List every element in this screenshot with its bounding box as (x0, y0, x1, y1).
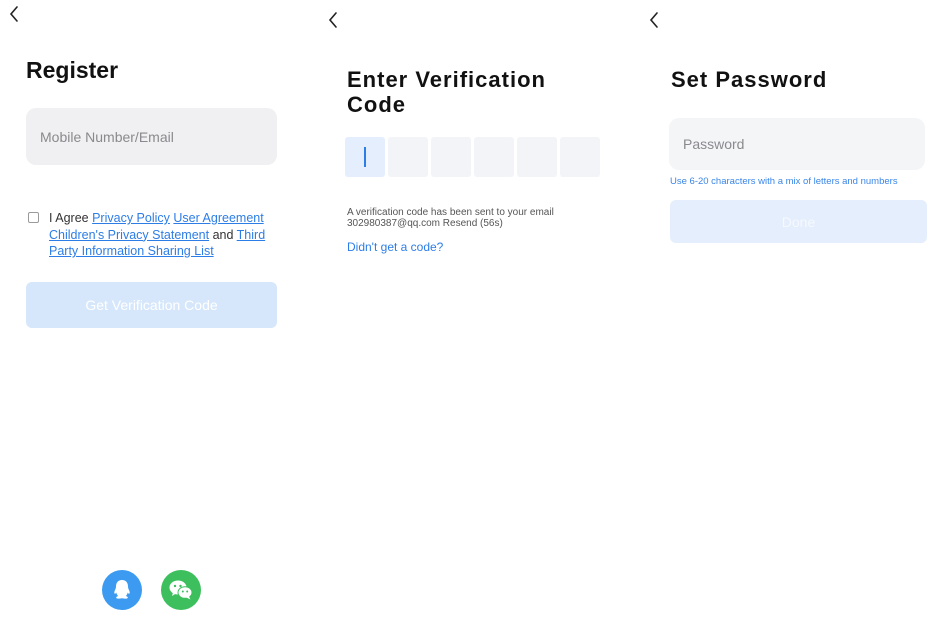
sent-email: 302980387@qq.com (347, 218, 440, 229)
agreement-block: I Agree Privacy Policy User Agreement Ch… (28, 210, 273, 260)
user-agreement-link[interactable]: User Agreement (173, 211, 263, 225)
done-button[interactable]: Done (670, 200, 927, 243)
get-verification-code-button[interactable]: Get Verification Code (26, 282, 277, 328)
and-text: and (209, 227, 237, 242)
account-field[interactable] (26, 108, 277, 165)
text-caret (364, 147, 366, 167)
page-title: Enter Verification Code (347, 67, 546, 117)
account-input[interactable] (26, 108, 277, 165)
password-input[interactable] (669, 118, 925, 170)
set-password-screen: Set Password Use 6-20 characters with a … (640, 0, 935, 626)
code-digit-1[interactable] (345, 137, 385, 177)
code-digit-5[interactable] (517, 137, 557, 177)
back-button[interactable] (8, 4, 32, 32)
chevron-left-icon (328, 12, 337, 28)
password-hint: Use 6-20 characters with a mix of letter… (670, 176, 898, 187)
agree-prefix: I Agree (49, 211, 93, 225)
privacy-policy-link[interactable]: Privacy Policy (92, 211, 170, 225)
resend-button[interactable]: Resend (56s) (443, 218, 503, 229)
back-button[interactable] (327, 10, 351, 38)
page-title: Register (26, 57, 119, 83)
agree-checkbox[interactable] (28, 212, 39, 223)
qq-login-button[interactable] (102, 570, 142, 610)
code-digit-4[interactable] (474, 137, 514, 177)
sent-text: A verification code has been sent to you… (347, 207, 554, 218)
code-digit-3[interactable] (431, 137, 471, 177)
code-sent-message: A verification code has been sent to you… (347, 207, 607, 229)
page-title: Set Password (671, 67, 828, 92)
wechat-icon (169, 580, 193, 600)
password-field[interactable] (669, 118, 925, 170)
chevron-left-icon (649, 12, 658, 28)
back-button[interactable] (648, 10, 672, 38)
code-input-row (345, 137, 600, 177)
code-digit-2[interactable] (388, 137, 428, 177)
chevron-left-icon (9, 6, 18, 22)
qq-icon (114, 580, 130, 599)
register-screen: Register I Agree Privacy Policy User Agr… (0, 0, 300, 626)
code-digit-6[interactable] (560, 137, 600, 177)
wechat-login-button[interactable] (161, 570, 201, 610)
verification-screen: Enter Verification Code A verification c… (320, 0, 630, 626)
no-code-link[interactable]: Didn't get a code? (347, 240, 443, 254)
childrens-privacy-link[interactable]: Children's Privacy Statement (49, 228, 209, 242)
